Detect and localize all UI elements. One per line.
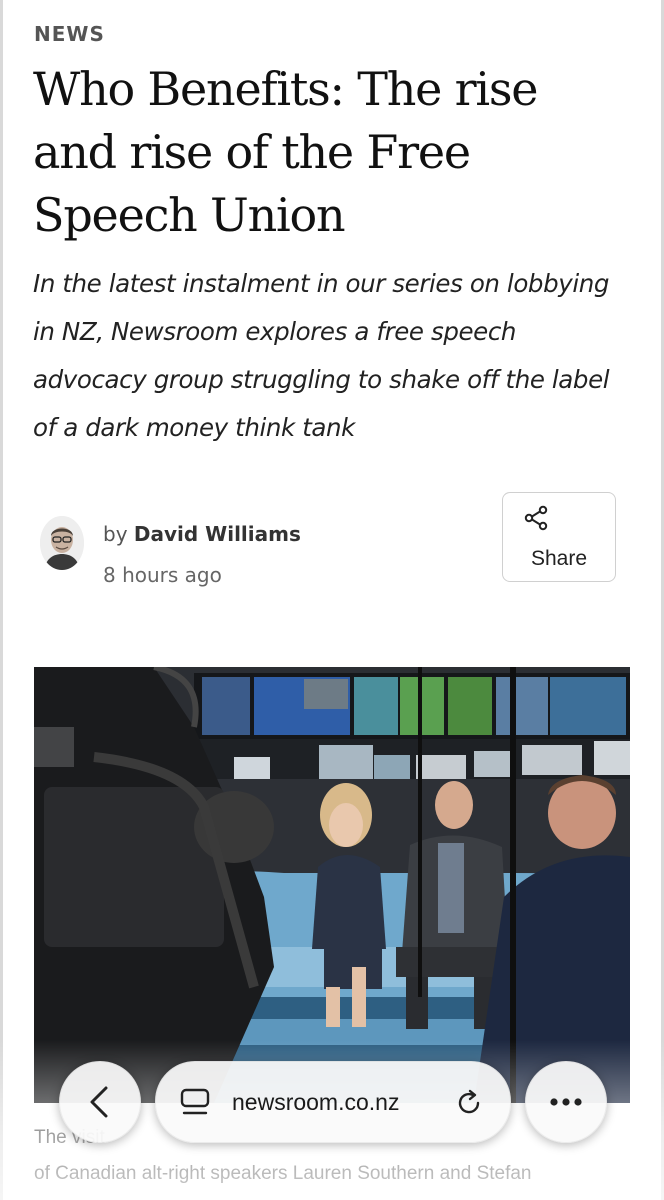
share-icon xyxy=(524,505,548,531)
back-button[interactable] xyxy=(59,1061,141,1143)
article-headline: Who Benefits: The rise and rise of the F… xyxy=(33,62,539,242)
chevron-left-icon xyxy=(90,1086,108,1118)
reload-icon[interactable] xyxy=(454,1088,484,1118)
url-text[interactable]: newsroom.co.nz xyxy=(232,1089,399,1116)
author-name[interactable]: David Williams xyxy=(134,522,301,546)
left-frame-border xyxy=(0,0,3,1200)
share-label: Share xyxy=(530,547,588,570)
more-button[interactable] xyxy=(525,1061,607,1143)
hero-photo[interactable] xyxy=(34,667,630,1103)
author-avatar[interactable] xyxy=(40,516,84,570)
caption-line-2: of Canadian alt-right speakers Lauren So… xyxy=(34,1163,532,1184)
publish-time: 8 hours ago xyxy=(103,563,222,587)
byline: by David Williams xyxy=(103,522,301,546)
studio-interview-photo xyxy=(34,667,630,1103)
article-category[interactable]: NEWS xyxy=(34,22,105,46)
byline-prefix: by xyxy=(103,522,128,546)
tabs-icon xyxy=(180,1088,210,1115)
share-button[interactable]: Share xyxy=(502,492,616,582)
author-portrait xyxy=(40,516,84,570)
article-standfirst: In the latest instalment in our series o… xyxy=(33,269,610,442)
more-dots-icon xyxy=(550,1098,582,1106)
address-bar[interactable]: newsroom.co.nz xyxy=(155,1061,511,1143)
